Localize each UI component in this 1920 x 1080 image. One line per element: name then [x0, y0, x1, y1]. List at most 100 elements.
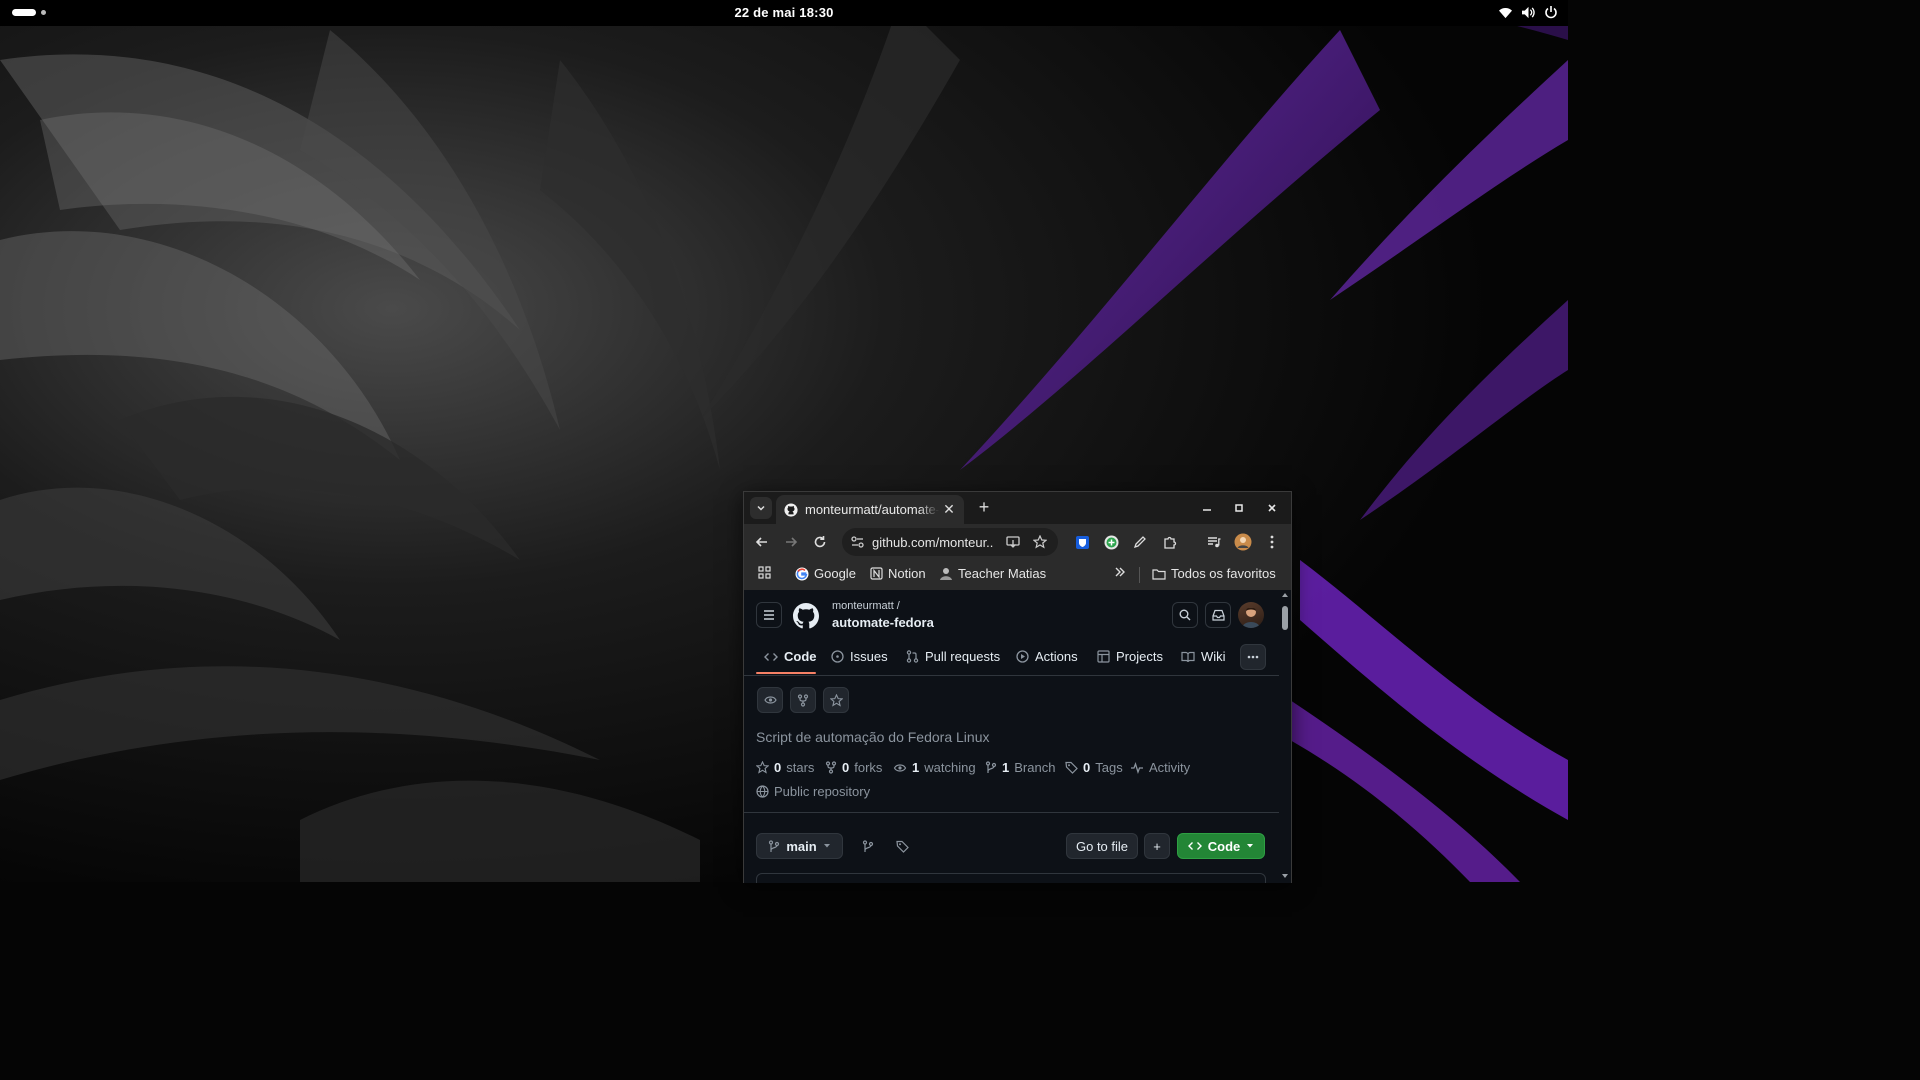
tags-count: 0: [1083, 760, 1091, 775]
address-bar[interactable]: github.com/monteur...: [842, 528, 1058, 556]
profile-avatar-icon: [1234, 533, 1252, 551]
workspace-dot-indicator: [41, 10, 46, 15]
tab-pull-requests[interactable]: Pull requests: [906, 649, 1000, 664]
fork-icon: [825, 761, 837, 774]
browser-menu-button[interactable]: [1262, 532, 1282, 552]
site-settings-icon[interactable]: [851, 536, 864, 548]
go-to-file-button[interactable]: Go to file: [1066, 833, 1138, 859]
tab-label: Issues: [850, 649, 888, 664]
bookmark-teacher-matias[interactable]: Teacher Matias: [939, 566, 1046, 581]
branch-icon: [769, 839, 780, 852]
forks-link[interactable]: 0 forks: [825, 760, 882, 775]
inbox-icon: [1211, 609, 1225, 621]
scrollbar-thumb[interactable]: [1282, 606, 1288, 630]
double-chevron-right-icon: [1115, 567, 1125, 577]
maximize-button[interactable]: [1229, 499, 1249, 517]
tab-label: Wiki: [1201, 649, 1226, 664]
tab-label: Projects: [1116, 649, 1163, 664]
stars-label: stars: [786, 760, 815, 775]
scroll-up-arrow-icon[interactable]: [1281, 592, 1289, 598]
star-button[interactable]: [823, 687, 849, 713]
all-bookmarks-button[interactable]: Todos os favoritos: [1152, 566, 1276, 581]
tab-code[interactable]: Code: [764, 649, 817, 664]
tab-close-icon[interactable]: ✕: [942, 502, 956, 516]
reload-button[interactable]: [810, 532, 830, 552]
tab-label: Pull requests: [925, 649, 1001, 664]
install-app-icon[interactable]: [1006, 535, 1020, 549]
ellipsis-icon: [1247, 655, 1259, 659]
star-icon: [829, 693, 843, 707]
add-file-button[interactable]: +: [1144, 833, 1170, 859]
hamburger-icon: [764, 610, 774, 620]
arrow-right-icon: [786, 537, 798, 547]
scroll-down-arrow-icon[interactable]: [1281, 873, 1289, 879]
tab-wiki[interactable]: Wiki: [1181, 649, 1226, 664]
stars-link[interactable]: 0 stars: [756, 760, 814, 775]
tab-projects[interactable]: Projects: [1097, 649, 1163, 664]
tab-issues[interactable]: Issues: [831, 649, 888, 664]
active-tab[interactable]: monteurmatt/automate-fedora ✕: [776, 495, 964, 524]
clock[interactable]: 22 de mai 18:30: [734, 5, 833, 20]
url-text: github.com/monteur...: [872, 534, 994, 550]
close-window-button[interactable]: [1262, 499, 1282, 517]
search-button[interactable]: [1172, 602, 1198, 628]
tags-label: Tags: [1095, 760, 1123, 775]
browser-window: monteurmatt/automate-fedora ✕ + github.c…: [743, 491, 1292, 883]
section-divider: [744, 812, 1279, 813]
profile-button[interactable]: [1233, 532, 1253, 552]
notion-icon: [870, 567, 883, 580]
fork-button[interactable]: [790, 687, 816, 713]
table-icon: [1097, 650, 1110, 663]
extensions-button[interactable]: [1160, 532, 1180, 552]
more-tabs-button[interactable]: [1240, 644, 1266, 670]
pen-extension-icon: [1133, 536, 1146, 549]
github-logo-icon[interactable]: [793, 603, 819, 629]
bookmark-notion[interactable]: Notion: [870, 566, 926, 581]
media-controls-button[interactable]: [1204, 532, 1224, 552]
tag-icon: [1065, 761, 1078, 774]
branch-selector[interactable]: main: [756, 833, 843, 859]
repo-owner-link[interactable]: monteurmatt /: [832, 600, 900, 612]
wifi-icon: [1499, 7, 1512, 18]
hamburger-menu-button[interactable]: [756, 602, 782, 628]
branch-icon: [862, 839, 874, 852]
eye-icon: [763, 696, 777, 704]
volume-icon: [1522, 6, 1535, 18]
watch-button[interactable]: [757, 687, 783, 713]
watching-link[interactable]: 1 watching: [893, 760, 976, 775]
bookmark-google[interactable]: Google: [795, 566, 856, 581]
extension-green[interactable]: [1101, 532, 1121, 552]
code-dropdown-button[interactable]: Code: [1177, 833, 1265, 859]
tab-search-button[interactable]: [750, 497, 772, 519]
tags-button[interactable]: [889, 833, 915, 859]
bookmark-star-icon[interactable]: [1033, 535, 1047, 549]
extension-bitwarden[interactable]: [1072, 532, 1092, 552]
activities-indicator[interactable]: [12, 9, 46, 16]
branches-link[interactable]: 1 Branch: [985, 760, 1055, 775]
system-tray[interactable]: [1498, 5, 1558, 19]
tags-link[interactable]: 0 Tags: [1065, 760, 1123, 775]
code-icon: [764, 652, 778, 661]
forward-button[interactable]: [781, 532, 801, 552]
apps-button[interactable]: [758, 566, 771, 579]
maximize-icon: [1235, 504, 1243, 512]
back-button[interactable]: [752, 532, 772, 552]
tab-title: monteurmatt/automate-fedora: [805, 502, 939, 517]
new-tab-button[interactable]: +: [974, 498, 994, 518]
forks-count: 0: [842, 760, 850, 775]
bookmarks-bar: Google Notion Teacher Matias Todos os fa…: [744, 560, 1291, 590]
visibility-info: Public repository: [756, 784, 870, 799]
branches-button[interactable]: [855, 833, 881, 859]
more-bookmarks-button[interactable]: [1114, 566, 1126, 578]
kebab-menu-icon: [1270, 535, 1274, 549]
tab-actions[interactable]: Actions: [1016, 649, 1078, 664]
activity-link[interactable]: Activity: [1130, 760, 1190, 775]
extension-pen[interactable]: [1130, 532, 1150, 552]
inbox-button[interactable]: [1205, 602, 1231, 628]
github-header: monteurmatt / automate-fedora: [744, 590, 1279, 640]
tab-label: Code: [784, 649, 817, 664]
minimize-button[interactable]: [1197, 499, 1217, 517]
page-scrollbar[interactable]: [1279, 590, 1291, 883]
repo-name-link[interactable]: automate-fedora: [832, 615, 934, 630]
user-avatar[interactable]: [1238, 602, 1264, 628]
